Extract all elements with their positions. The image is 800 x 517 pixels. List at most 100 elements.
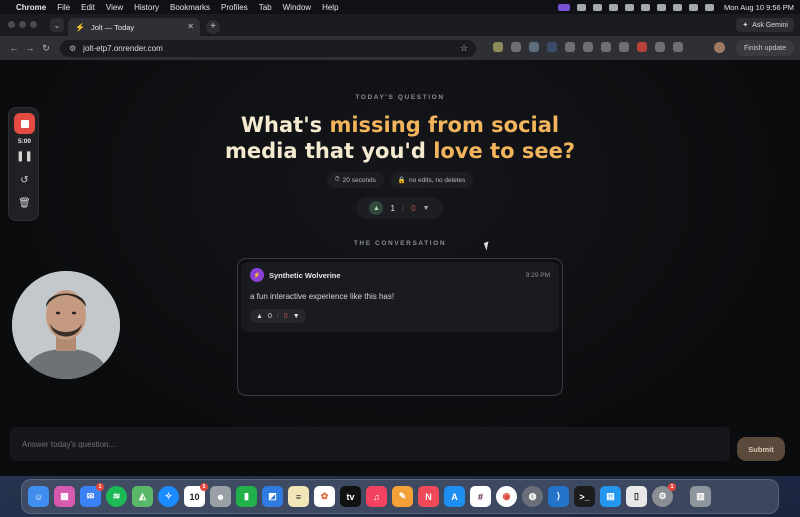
- menu-tab[interactable]: Tab: [259, 3, 272, 12]
- pages-icon[interactable]: ✎: [392, 486, 413, 507]
- extension-icon[interactable]: [565, 42, 575, 52]
- tab-jolt[interactable]: ⚡ Jolt — Today ✕: [68, 18, 200, 36]
- url-text[interactable]: jolt-etp7.onrender.com: [83, 44, 163, 53]
- conversation-card[interactable]: ⚡ Synthetic Wolverine 9:29 PM a fun inte…: [237, 258, 563, 396]
- menu-bookmarks[interactable]: Bookmarks: [170, 3, 210, 12]
- news-icon[interactable]: N: [418, 486, 439, 507]
- todays-question-label: TODAY'S QUESTION: [355, 94, 445, 101]
- calendar-icon[interactable]: 10 5: [184, 483, 208, 507]
- answer-input[interactable]: Answer today's question...: [10, 427, 730, 461]
- reload-icon[interactable]: ↻: [38, 43, 54, 54]
- menu-profiles[interactable]: Profiles: [221, 3, 248, 12]
- sync-icon[interactable]: [608, 3, 618, 11]
- menu-app-name[interactable]: Chrome: [16, 3, 46, 12]
- tab-search-button[interactable]: ⌄: [50, 18, 64, 32]
- minimize-window-button[interactable]: [19, 21, 26, 28]
- maps-icon[interactable]: ◭: [132, 486, 153, 507]
- screen-record-icon[interactable]: [557, 3, 570, 11]
- downvote-button[interactable]: ▼: [423, 205, 430, 212]
- new-tab-button[interactable]: +: [206, 20, 220, 34]
- finder-icon[interactable]: ☺: [28, 486, 49, 507]
- slack-icon[interactable]: #: [470, 486, 491, 507]
- battery-icon[interactable]: [656, 3, 666, 11]
- bookmark-star-icon[interactable]: ☆: [460, 43, 468, 54]
- spotify-icon[interactable]: ≋: [106, 486, 127, 507]
- contacts-icon[interactable]: ☻: [210, 486, 231, 507]
- system-settings-icon[interactable]: ⚙ 1: [652, 483, 676, 507]
- no-edits-chip: 🔒 no edits, no deletes: [389, 172, 474, 188]
- stop-recording-button[interactable]: [14, 113, 35, 134]
- menu-window[interactable]: Window: [283, 3, 311, 12]
- vscode-icon[interactable]: ⟩: [548, 486, 569, 507]
- notion-icon[interactable]: ▯: [626, 486, 647, 507]
- dock: ☺ ▦ ✉ 1 ≋ ◭ ✧ 10 5 ☻ ▮ ◩ ≡ ✿ tv ♫ ✎ N A # …: [21, 479, 779, 514]
- extension-icon[interactable]: [511, 42, 521, 52]
- launchpad-icon[interactable]: ▦: [54, 486, 75, 507]
- music-icon[interactable]: ♫: [366, 486, 387, 507]
- trash-icon[interactable]: 🗑: [9, 198, 40, 209]
- dropbox-icon[interactable]: [592, 3, 602, 11]
- question-line-1: What's missing from social: [240, 113, 560, 137]
- menu-help[interactable]: Help: [322, 3, 338, 12]
- question-heading: What's missing from social media that yo…: [0, 112, 800, 164]
- extension-icon[interactable]: [637, 42, 647, 52]
- upvote-button[interactable]: ▲: [369, 201, 384, 215]
- menu-file[interactable]: File: [57, 3, 70, 12]
- apple-tv-icon[interactable]: tv: [340, 486, 361, 507]
- menu-history[interactable]: History: [134, 3, 159, 12]
- trash-bin-icon[interactable]: ▥: [690, 486, 711, 507]
- docker-icon[interactable]: ▤: [600, 486, 621, 507]
- profile-avatar[interactable]: [714, 42, 725, 53]
- chrome-icon[interactable]: ◉: [496, 486, 517, 507]
- extension-icon[interactable]: [655, 42, 665, 52]
- zoom-window-button[interactable]: [30, 21, 37, 28]
- menu-view[interactable]: View: [106, 3, 123, 12]
- extension-icon[interactable]: [583, 42, 593, 52]
- gemini-icon: ✦: [742, 22, 749, 29]
- terminal-icon[interactable]: >_: [574, 486, 595, 507]
- settings-badge: 1: [668, 483, 676, 491]
- site-info-icon[interactable]: ⚙: [69, 44, 76, 53]
- question-meta: ⏱ 20 seconds 🔒 no edits, no deletes: [0, 172, 800, 188]
- close-tab-icon[interactable]: ✕: [187, 22, 194, 31]
- control-center-icon[interactable]: [704, 3, 714, 11]
- answer-item: ⚡ Synthetic Wolverine 9:29 PM a fun inte…: [241, 262, 559, 332]
- menu-clock[interactable]: Mon Aug 10 9:56 PM: [724, 3, 794, 12]
- app-store-icon[interactable]: A: [444, 486, 465, 507]
- stopwatch-icon: ⏱: [334, 176, 340, 183]
- restart-icon[interactable]: ↺: [9, 175, 40, 186]
- menu-edit[interactable]: Edit: [81, 3, 95, 12]
- search-icon[interactable]: [688, 3, 698, 11]
- github-desktop-icon[interactable]: ◍: [522, 486, 543, 507]
- answer-author: Synthetic Wolverine: [269, 271, 341, 280]
- address-bar[interactable]: ⚙ jolt-etp7.onrender.com ☆: [60, 39, 476, 57]
- puzzle-icon[interactable]: [673, 42, 683, 52]
- keynote-icon[interactable]: ◩: [262, 486, 283, 507]
- mail-icon[interactable]: ✉ 1: [80, 483, 104, 507]
- forward-icon[interactable]: →: [22, 43, 38, 53]
- pause-icon[interactable]: ❚❚: [9, 151, 40, 162]
- location-icon[interactable]: [624, 3, 634, 11]
- extension-icon[interactable]: [493, 42, 503, 52]
- volume-icon[interactable]: [640, 3, 650, 11]
- downvote-count: 0: [411, 203, 416, 213]
- webcam-bubble[interactable]: [12, 271, 120, 379]
- notes-icon[interactable]: ≡: [288, 486, 309, 507]
- ask-gemini-button[interactable]: ✦ Ask Gemini: [736, 18, 794, 32]
- finish-update-button[interactable]: Finish update: [735, 40, 794, 56]
- safari-icon[interactable]: ✧: [158, 486, 179, 507]
- window-controls: [8, 21, 37, 28]
- numbers-icon[interactable]: ▮: [236, 486, 257, 507]
- answer-upvote-button[interactable]: ▲: [256, 313, 263, 320]
- wifi-icon[interactable]: [672, 3, 682, 11]
- extension-icon[interactable]: [601, 42, 611, 52]
- extension-icon[interactable]: [547, 42, 557, 52]
- creative-cloud-icon[interactable]: [576, 3, 586, 11]
- answer-downvote-button[interactable]: ▼: [293, 313, 300, 320]
- extension-icon[interactable]: [619, 42, 629, 52]
- photos-icon[interactable]: ✿: [314, 486, 335, 507]
- submit-button[interactable]: Submit: [737, 437, 785, 461]
- extension-icon[interactable]: [529, 42, 539, 52]
- close-window-button[interactable]: [8, 21, 15, 28]
- back-icon[interactable]: ←: [6, 43, 22, 53]
